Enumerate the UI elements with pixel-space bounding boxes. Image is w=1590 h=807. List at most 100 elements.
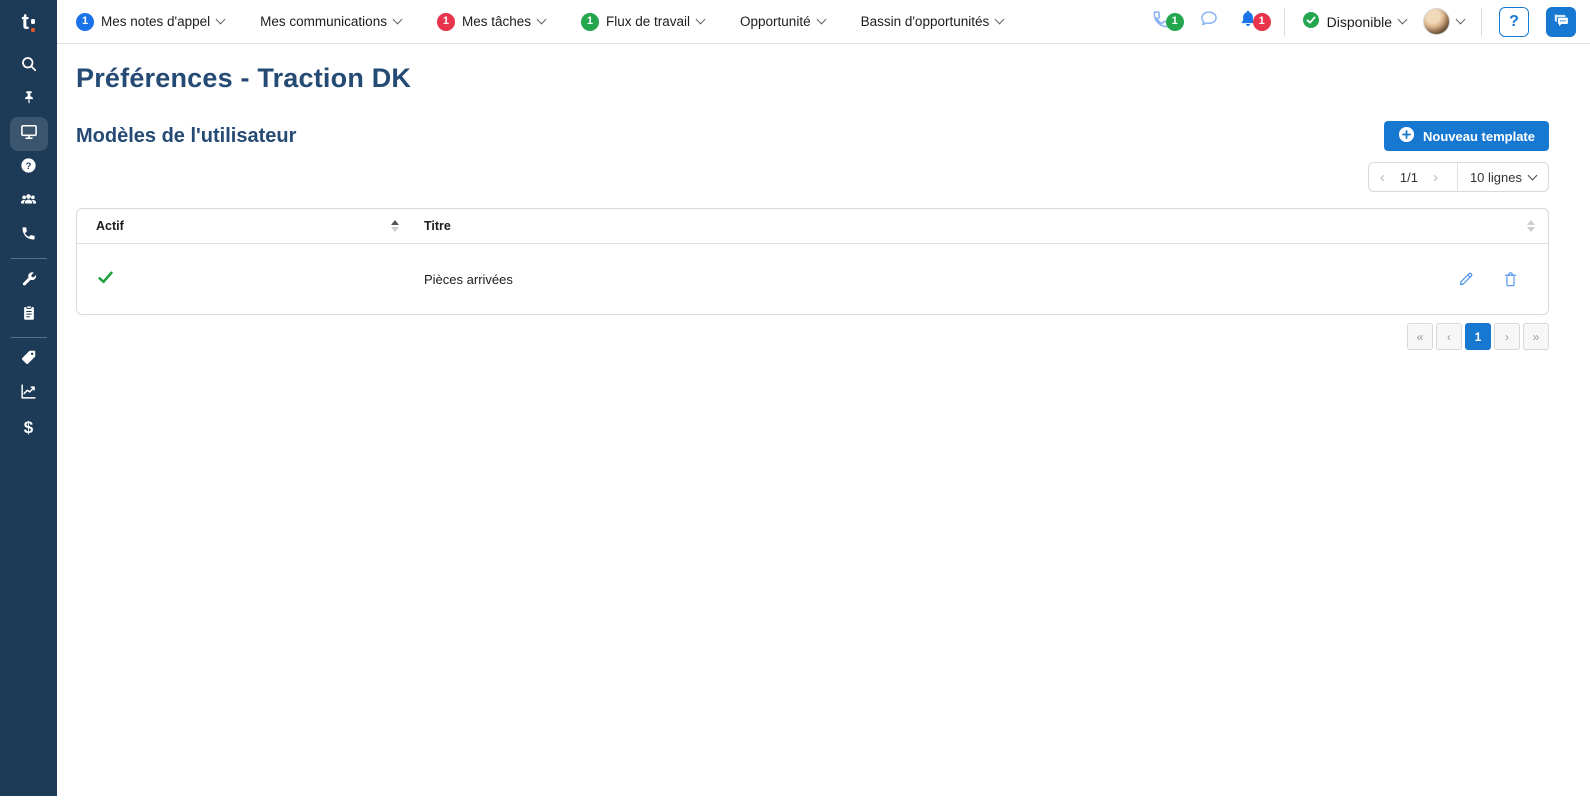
dollar-icon: $ [24,418,33,438]
pager-next-button[interactable]: › [1422,170,1449,185]
nav-item-mes-taches[interactable]: 1 Mes tâches [437,13,545,31]
chevron-down-icon [537,15,547,25]
pager-page-indicator: 1/1 [1396,170,1422,185]
column-header-actif[interactable]: Actif [77,219,407,233]
pager-prev-button[interactable]: ‹ [1369,170,1396,185]
sidebar-divider [11,337,47,338]
sidebar-item-billing[interactable]: $ [10,411,48,445]
sidebar-item-notes[interactable] [10,298,48,332]
chevron-down-icon [1456,15,1466,25]
nav-item-mes-communications[interactable]: Mes communications [260,14,401,29]
page-title: Préférences - Traction DK [76,63,1549,94]
nav-item-flux-de-travail[interactable]: 1 Flux de travail [581,13,704,31]
sidebar-item-tools[interactable] [10,264,48,298]
tag-icon [19,348,38,372]
sidebar-divider [11,258,47,259]
section-header: Modèles de l'utilisateur Nouveau templat… [76,121,1549,151]
templates-table: Actif Titre Pièces arrivées [76,208,1549,315]
calls-count-badge: 1 [1166,13,1184,31]
sidebar-item-tags[interactable] [10,343,48,377]
new-template-button[interactable]: Nouveau template [1384,121,1549,151]
bottom-strip [0,796,1590,807]
chat-bubble-icon [1198,8,1220,35]
pagination-next-button[interactable]: › [1494,323,1520,350]
delete-button[interactable] [1502,271,1519,288]
topbar-divider [1481,8,1482,36]
column-header-titre[interactable]: Titre [407,219,1548,233]
pagination-first-button[interactable]: « [1407,323,1433,350]
chevron-down-icon [393,15,403,25]
sort-icon [1527,220,1535,232]
availability-status-dropdown[interactable]: Disponible [1302,11,1406,32]
user-menu[interactable] [1423,8,1464,35]
sidebar-item-screen[interactable] [10,117,48,151]
column-label: Titre [424,219,451,233]
help-circle-icon: ? [19,156,38,180]
nav-item-mes-notes-dappel[interactable]: 1 Mes notes d'appel [76,13,224,31]
chevron-down-icon [696,15,706,25]
table-row: Pièces arrivées [77,244,1548,314]
topbar-right: 1 1 [1150,0,1590,43]
pagination-last-button[interactable]: » [1523,323,1549,350]
table-pager: ‹ 1/1 › 10 lignes [1368,162,1549,192]
logo-colon-icon [31,12,36,32]
sidebar-item-phone[interactable] [10,219,48,253]
column-label: Actif [96,219,124,233]
sidebar-item-reports[interactable] [10,377,48,411]
table-header-row: Actif Titre [77,209,1548,244]
wrench-icon [20,270,38,293]
edit-button[interactable] [1457,270,1475,288]
pin-icon [20,89,38,112]
people-icon [18,189,39,215]
chevron-down-icon [216,15,226,25]
chart-icon [19,382,38,406]
nav-item-bassin-dopportunites[interactable]: Bassin d'opportunités [861,14,1004,29]
chevron-down-icon [995,15,1005,25]
clipboard-icon [20,304,38,327]
nav-label: Flux de travail [606,14,690,29]
cell-titre: Pièces arrivées [407,272,1457,287]
nav-label: Mes notes d'appel [101,14,210,29]
sidebar-item-pinned[interactable] [10,83,48,117]
main-content: Préférences - Traction DK Modèles de l'u… [57,44,1590,807]
screen-icon [19,122,39,147]
notes-count-badge: 1 [76,13,94,31]
pager-row: ‹ 1/1 › 10 lignes [76,162,1549,192]
svg-text:?: ? [26,161,32,172]
calls-button[interactable]: 1 [1150,8,1173,36]
logo-letter: t [22,11,29,33]
nav-item-opportunite[interactable]: Opportunité [740,14,825,29]
status-check-circle-icon [1302,11,1320,32]
pagination-prev-button[interactable]: ‹ [1436,323,1462,350]
messages-button[interactable] [1546,7,1576,37]
notifications-button[interactable]: 1 [1237,8,1259,35]
lines-per-page-dropdown[interactable]: 10 lignes [1458,170,1548,185]
top-navigation: 1 Mes notes d'appel Mes communications 1… [57,0,1003,43]
notifications-count-badge: 1 [1253,13,1271,31]
chat-button[interactable] [1198,8,1220,35]
nav-label: Mes tâches [462,14,531,29]
topbar: t 1 Mes notes d'appel Mes communications… [0,0,1590,44]
section-title: Modèles de l'utilisateur [76,125,296,148]
sidebar-item-search[interactable] [10,49,48,83]
avatar [1423,8,1450,35]
check-icon [96,268,115,290]
help-button[interactable]: ? [1499,7,1529,37]
pagination-page-1-button[interactable]: 1 [1465,323,1491,350]
chevron-down-icon [816,15,826,25]
app-logo[interactable]: t [0,0,57,44]
bottom-pagination: « ‹ 1 › » [76,323,1549,350]
plus-circle-icon [1398,126,1415,146]
sidebar-item-contacts[interactable] [10,185,48,219]
cell-actif [77,268,407,290]
nav-label: Bassin d'opportunités [861,14,990,29]
row-actions [1457,270,1548,288]
tasks-count-badge: 1 [437,13,455,31]
sidebar-item-help[interactable]: ? [10,151,48,185]
sidebar: ? [0,44,57,796]
nav-label: Opportunité [740,14,811,29]
workflow-count-badge: 1 [581,13,599,31]
topbar-divider [1284,8,1285,36]
lines-per-page-label: 10 lignes [1470,170,1522,185]
forum-icon [1553,12,1570,32]
